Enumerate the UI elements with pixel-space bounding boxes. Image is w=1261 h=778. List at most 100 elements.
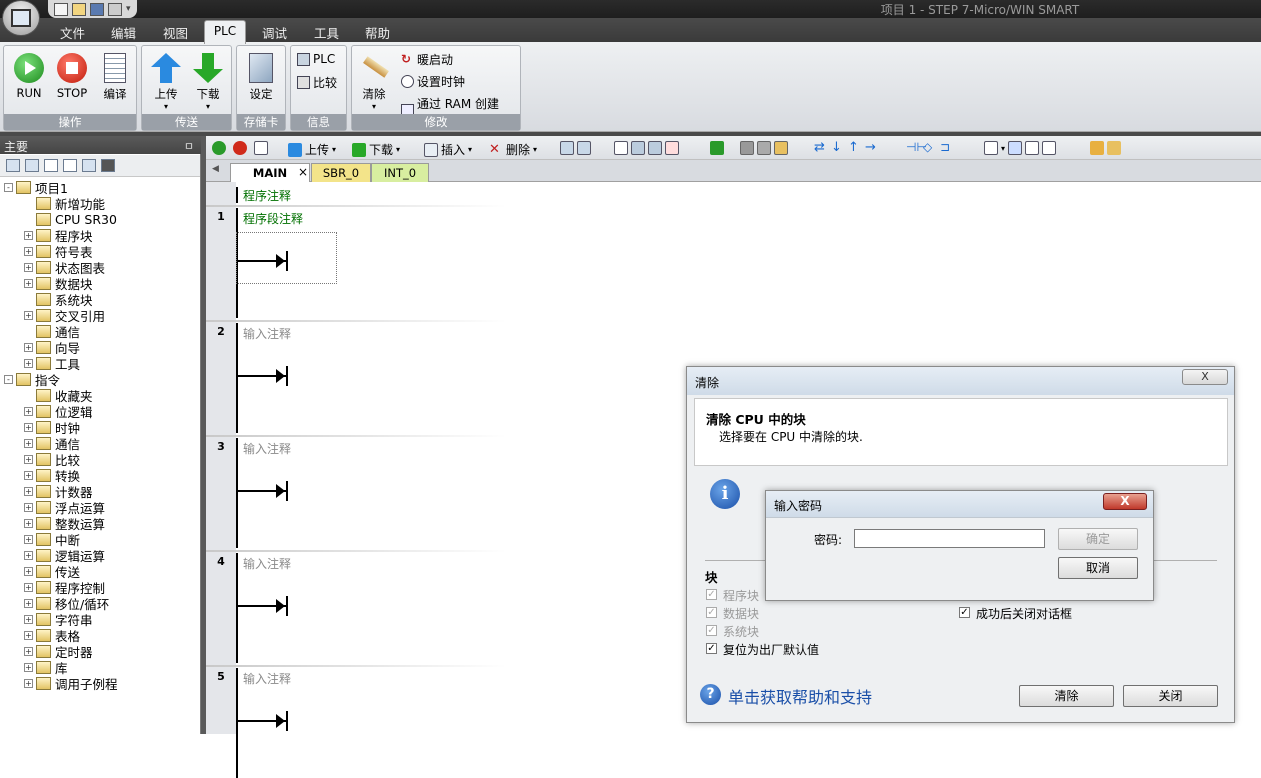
program-comment[interactable]: 程序注释 xyxy=(243,187,291,204)
view-icon-1[interactable] xyxy=(6,159,20,172)
program-block-checkbox[interactable]: ✓ xyxy=(706,589,717,600)
collapse-icon[interactable]: - xyxy=(4,374,13,384)
toolbar-stop-icon[interactable] xyxy=(233,141,247,155)
toolbar-key-icons[interactable] xyxy=(1090,141,1121,155)
toolbar-contact-icons[interactable]: ⊣⊢ ◇ ⊐ xyxy=(906,141,954,155)
pin-icon[interactable]: ㅁ xyxy=(184,138,194,154)
clear-confirm-button[interactable]: 清除 xyxy=(1019,685,1114,707)
tree-item[interactable]: - 指令 xyxy=(4,371,60,388)
upload-button[interactable]: 上传 ▾ xyxy=(146,51,186,111)
menu-tools[interactable]: 工具 xyxy=(314,23,339,42)
table-icon[interactable] xyxy=(82,159,96,172)
data-block-checkbox[interactable]: ✓ xyxy=(706,607,717,618)
new-file-icon[interactable] xyxy=(54,2,68,16)
menu-debug[interactable]: 调试 xyxy=(262,23,287,42)
expand-icon[interactable]: + xyxy=(24,358,33,368)
menu-view[interactable]: 视图 xyxy=(163,23,188,42)
clear-dropdown-icon[interactable]: ▾ xyxy=(354,102,394,111)
toolbar-download-button[interactable]: 下载 ▾ xyxy=(352,141,400,158)
help-link[interactable]: 单击获取帮助和支持 xyxy=(728,684,872,708)
expand-icon[interactable]: + xyxy=(24,662,33,672)
expand-icon[interactable]: + xyxy=(24,230,33,240)
compare-button[interactable]: 比较 xyxy=(297,74,337,91)
menu-help[interactable]: 帮助 xyxy=(365,23,390,42)
list-icon[interactable] xyxy=(63,159,77,172)
password-dialog-close-button[interactable]: X xyxy=(1103,493,1147,510)
toolbar-delete-button[interactable]: ✕ 删除 ▾ xyxy=(489,141,537,158)
application-menu-button[interactable] xyxy=(2,0,40,36)
warm-start-button[interactable]: ↻ 暖启动 xyxy=(401,51,453,68)
rung-separator xyxy=(206,435,506,437)
expand-icon[interactable]: + xyxy=(24,262,33,272)
expand-icon[interactable]: + xyxy=(24,454,33,464)
open-folder-icon[interactable] xyxy=(72,2,86,16)
expand-icon[interactable]: + xyxy=(24,550,33,560)
toolbar-run-icon[interactable] xyxy=(212,141,226,155)
toolbar-bookmark-icons[interactable] xyxy=(614,141,679,155)
toolbar-network-icon[interactable] xyxy=(560,141,591,155)
menu-edit[interactable]: 编辑 xyxy=(111,23,136,42)
expand-icon[interactable]: + xyxy=(24,534,33,544)
expand-icon[interactable]: + xyxy=(24,406,33,416)
system-block-checkbox[interactable]: ✓ xyxy=(706,625,717,636)
clear-button[interactable]: 清除 ▾ xyxy=(354,51,394,111)
toolbar-goto-icon[interactable] xyxy=(710,141,724,155)
help-icon[interactable]: ? xyxy=(700,684,721,705)
tree-node-icon xyxy=(36,468,51,482)
password-input[interactable] xyxy=(854,529,1045,548)
qat-dropdown-icon[interactable]: ▾ xyxy=(126,4,131,14)
close-dialog-button[interactable]: 关闭 xyxy=(1123,685,1218,707)
plc-info-button[interactable]: PLC xyxy=(297,52,335,66)
download-button[interactable]: 下载 ▾ xyxy=(188,51,228,111)
stop-button[interactable]: STOP xyxy=(52,51,92,100)
close-after-success-checkbox[interactable]: ✓ xyxy=(959,607,970,618)
expand-icon[interactable]: + xyxy=(24,486,33,496)
print-icon[interactable] xyxy=(108,2,122,16)
compile-button[interactable]: 编译 xyxy=(95,51,135,102)
expand-icon[interactable]: + xyxy=(24,598,33,608)
expand-icon[interactable]: + xyxy=(24,438,33,448)
expand-icon[interactable]: + xyxy=(24,678,33,688)
tab-scroll-left-icon[interactable]: ◀ xyxy=(212,164,219,174)
tab-sbr0[interactable]: SBR_0 xyxy=(311,163,371,182)
factory-reset-checkbox[interactable]: ✓ xyxy=(706,643,717,654)
expand-icon[interactable]: + xyxy=(24,502,33,512)
expand-icon[interactable]: + xyxy=(24,470,33,480)
download-dropdown-icon[interactable]: ▾ xyxy=(188,102,228,111)
ok-button[interactable]: 确定 xyxy=(1058,528,1138,550)
document-icon[interactable] xyxy=(44,159,58,172)
set-button[interactable]: 设定 xyxy=(241,51,281,102)
upload-dropdown-icon[interactable]: ▾ xyxy=(146,102,186,111)
expand-icon[interactable]: + xyxy=(24,566,33,576)
tree-item[interactable]: + 调用子例程 xyxy=(24,675,118,692)
toolbar-compile-icon[interactable] xyxy=(254,141,268,155)
expand-icon[interactable]: + xyxy=(24,246,33,256)
tab-int0[interactable]: INT_0 xyxy=(371,163,429,182)
expand-icon[interactable]: + xyxy=(24,310,33,320)
expand-icon[interactable]: + xyxy=(24,518,33,528)
run-button[interactable]: RUN xyxy=(9,51,49,100)
menu-plc[interactable]: PLC xyxy=(204,20,246,44)
toolbar-insert-button[interactable]: 插入 ▾ xyxy=(424,141,472,158)
expand-icon[interactable]: + xyxy=(24,342,33,352)
set-clock-button[interactable]: 设置时钟 xyxy=(401,73,465,90)
expand-icon[interactable]: + xyxy=(24,422,33,432)
tree-item[interactable]: 新增功能 xyxy=(24,195,105,212)
collapse-icon[interactable]: - xyxy=(4,182,13,192)
cancel-button[interactable]: 取消 xyxy=(1058,557,1138,579)
clear-dialog-close-button[interactable]: X xyxy=(1182,369,1228,385)
menu-file[interactable]: 文件 xyxy=(60,23,85,42)
expand-icon[interactable]: + xyxy=(24,630,33,640)
expand-icon[interactable]: + xyxy=(24,278,33,288)
expand-icon[interactable]: + xyxy=(24,582,33,592)
toolbar-misc-icons[interactable]: ▾ xyxy=(984,141,1057,155)
tab-close-icon[interactable]: × xyxy=(298,165,308,179)
save-icon[interactable] xyxy=(90,2,104,16)
toolbar-lock-icons[interactable] xyxy=(740,141,788,155)
toolbar-wire-icons[interactable]: ⇄ ↓ ↑ → xyxy=(814,141,879,155)
expand-icon[interactable]: + xyxy=(24,614,33,624)
view-icon-2[interactable] xyxy=(25,159,39,172)
monitor-icon[interactable] xyxy=(101,159,115,172)
expand-icon[interactable]: + xyxy=(24,646,33,656)
toolbar-upload-button[interactable]: 上传 ▾ xyxy=(288,141,336,158)
